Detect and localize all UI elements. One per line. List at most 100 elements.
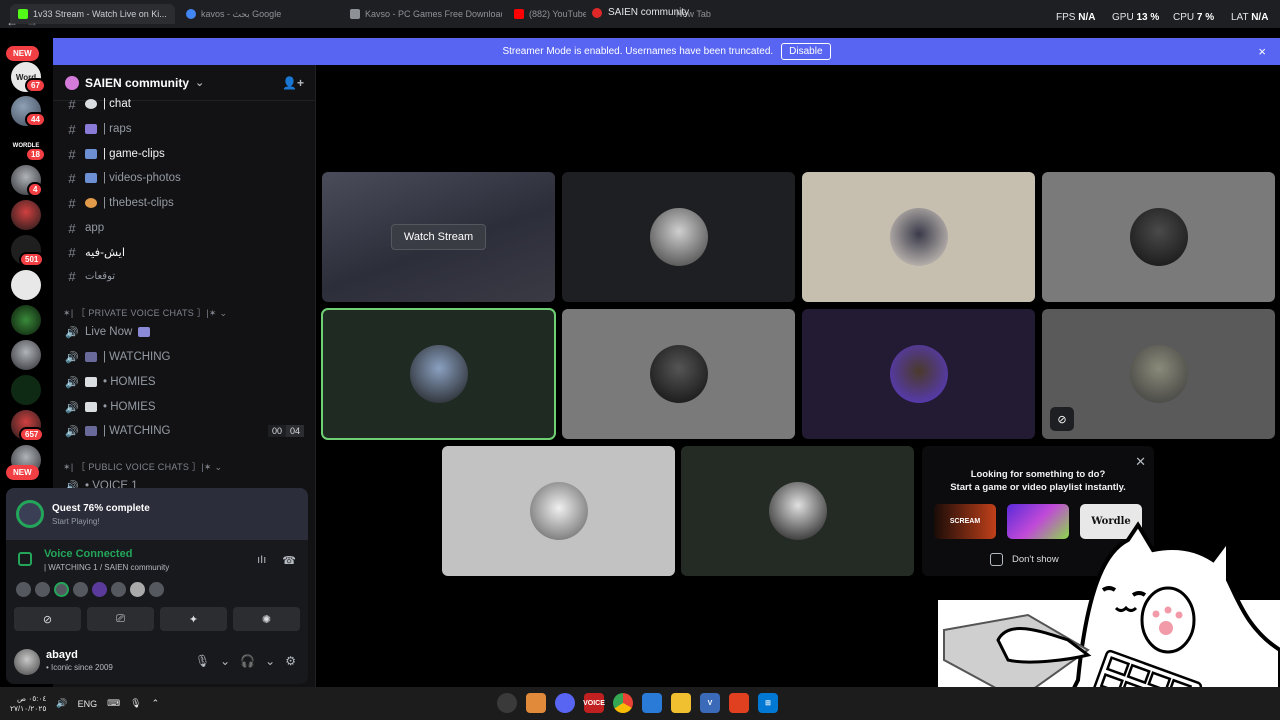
volume-icon[interactable]: 🔊 bbox=[56, 698, 67, 709]
tab-kavso[interactable]: Kavso - PC Games Free Download bbox=[342, 4, 502, 24]
voice-channel-live-now[interactable]: 🔊 Live Now bbox=[53, 321, 316, 343]
app-icon[interactable] bbox=[526, 693, 546, 713]
voicemeeter-icon[interactable]: VOICE bbox=[583, 693, 605, 713]
tab-youtube[interactable]: (882) YouTube bbox=[506, 4, 586, 24]
forward-arrow-icon[interactable]: → bbox=[26, 15, 38, 29]
channel-name: | WATCHING bbox=[103, 425, 171, 437]
server-icon[interactable] bbox=[11, 375, 41, 405]
clock[interactable]: ٠٥:٠٤ ص ٢٧/١٠/٢٠٢٥ bbox=[10, 694, 46, 714]
chevron-down-icon[interactable]: ⌄ bbox=[265, 654, 275, 668]
add-member-icon[interactable]: 👤+ bbox=[282, 76, 304, 90]
window-title: SAIEN community bbox=[592, 7, 689, 18]
voice-channel-subtitle[interactable]: | WATCHING 1 / SAIEN community bbox=[44, 563, 169, 572]
folder-icon[interactable] bbox=[671, 693, 691, 713]
channel-game-clips[interactable]: # | game-clips bbox=[53, 143, 316, 165]
avatar[interactable] bbox=[14, 649, 40, 675]
participant-tile[interactable] bbox=[442, 446, 675, 576]
clock-date: ٢٧/١٠/٢٠٢٥ bbox=[10, 703, 47, 713]
avatar[interactable] bbox=[149, 582, 164, 597]
avatar[interactable] bbox=[73, 582, 88, 597]
microphone-icon[interactable]: 🎙 bbox=[195, 654, 210, 668]
headphones-icon[interactable]: 🎧 bbox=[240, 654, 255, 668]
voice-connected-title[interactable]: Voice Connected bbox=[44, 548, 132, 560]
new-unread-pill[interactable]: NEW bbox=[6, 465, 39, 480]
disable-streamer-mode-button[interactable]: Disable bbox=[781, 43, 831, 60]
chevron-down-icon: ⌄ bbox=[195, 77, 205, 89]
avatar bbox=[1129, 345, 1188, 403]
quest-progress-card[interactable]: Quest 76% complete Start Playing! bbox=[6, 488, 308, 540]
channel-videos-photos[interactable]: # | videos-photos bbox=[53, 167, 316, 189]
vscode-icon[interactable]: V bbox=[700, 693, 720, 713]
participant-tile[interactable] bbox=[562, 309, 795, 439]
channel-arabic-1[interactable]: # ايش-فيه bbox=[53, 241, 316, 263]
server-icon[interactable] bbox=[11, 305, 41, 335]
activities-button[interactable]: ✦ bbox=[160, 607, 227, 631]
discord-icon[interactable] bbox=[555, 693, 575, 713]
chevron-down-icon[interactable]: ⌄ bbox=[220, 654, 230, 668]
share-screen-button[interactable]: ⎚ bbox=[87, 607, 154, 631]
language-indicator[interactable]: ENG bbox=[78, 699, 98, 709]
avatar[interactable] bbox=[92, 582, 107, 597]
signal-strength-icon[interactable] bbox=[18, 552, 32, 566]
window-title-text: SAIEN community bbox=[608, 7, 690, 18]
channel-name: • HOMIES bbox=[103, 401, 156, 413]
participant-tile[interactable] bbox=[681, 446, 914, 576]
participant-tile[interactable] bbox=[802, 309, 1035, 439]
voice-channel-watching[interactable]: 🔊 | WATCHING bbox=[53, 346, 316, 368]
channel-thebest-clips[interactable]: # | thebest-clips bbox=[53, 192, 316, 214]
category-private-voice[interactable]: ✶| ［ PRIVATE VOICE CHATS ］|✶ ⌄ bbox=[63, 306, 227, 319]
tab-google-search[interactable]: kavos - بحث Google bbox=[178, 4, 338, 24]
windows-start-icon[interactable]: ⊞ bbox=[758, 693, 778, 713]
gpu-stat: GPU 13 % bbox=[1112, 12, 1159, 23]
participant-tile[interactable] bbox=[802, 172, 1035, 302]
participant-tile[interactable] bbox=[1042, 172, 1275, 302]
new-unread-pill[interactable]: NEW bbox=[6, 46, 39, 61]
microphone-icon[interactable]: 🎙 bbox=[130, 698, 141, 709]
tab-title: (882) YouTube bbox=[529, 9, 586, 19]
avatar[interactable] bbox=[130, 582, 145, 597]
watch-stream-button[interactable]: Watch Stream bbox=[390, 224, 487, 250]
close-icon[interactable]: × bbox=[1258, 44, 1266, 59]
voice-channel-homies[interactable]: 🔊 • HOMIES bbox=[53, 371, 316, 393]
chevron-up-icon[interactable]: ⌃ bbox=[152, 698, 160, 709]
camera-off-button[interactable]: ⊘ bbox=[14, 607, 81, 631]
avatar[interactable] bbox=[35, 582, 50, 597]
participant-tile-speaking[interactable] bbox=[321, 308, 556, 440]
soundboard-button[interactable]: ✺ bbox=[233, 607, 300, 631]
channel-arabic-2[interactable]: # توقعات bbox=[53, 265, 316, 287]
voice-channel-watching-2[interactable]: 🔊 | WATCHING 00 04 bbox=[53, 420, 316, 442]
channel-raps[interactable]: # | raps bbox=[53, 118, 316, 140]
cpu-label: CPU bbox=[1173, 12, 1195, 23]
avatar[interactable] bbox=[16, 582, 31, 597]
tv-icon bbox=[85, 173, 97, 183]
store-icon[interactable] bbox=[642, 693, 662, 713]
participant-tile[interactable] bbox=[562, 172, 795, 302]
brave-icon[interactable] bbox=[729, 693, 749, 713]
disconnect-icon[interactable]: ☎ bbox=[282, 554, 296, 567]
server-icon[interactable] bbox=[11, 270, 41, 300]
steam-icon[interactable] bbox=[497, 693, 517, 713]
avatar[interactable] bbox=[111, 582, 126, 597]
user-status: • Iconic since 2009 bbox=[46, 663, 113, 672]
category-public-voice[interactable]: ✶| ［ PUBLIC VOICE CHATS ］|✶ ⌄ bbox=[63, 460, 222, 473]
channel-name: | thebest-clips bbox=[103, 197, 174, 209]
username[interactable]: abayd bbox=[46, 649, 78, 661]
channel-chat[interactable]: # | chat bbox=[53, 93, 316, 115]
server-icon[interactable] bbox=[11, 200, 41, 230]
speaker-icon: 🔊 bbox=[65, 376, 79, 389]
voice-channel-homies-2[interactable]: 🔊 • HOMIES bbox=[53, 396, 316, 418]
server-icon[interactable] bbox=[11, 340, 41, 370]
camera-off-icon: ⊘ bbox=[1050, 407, 1074, 431]
avatar[interactable] bbox=[54, 582, 69, 597]
voice-participants bbox=[16, 582, 164, 597]
back-arrow-icon[interactable]: ← bbox=[6, 15, 18, 29]
chrome-icon[interactable] bbox=[613, 693, 633, 713]
tab-title: kavos - بحث Google bbox=[201, 8, 282, 19]
gear-icon[interactable]: ⚙ bbox=[285, 654, 296, 668]
paw-toe bbox=[1175, 611, 1183, 619]
channel-app[interactable]: # app bbox=[53, 217, 316, 239]
keyboard-icon[interactable]: ⌨ bbox=[107, 698, 120, 709]
participant-tile[interactable]: ⊘ bbox=[1042, 309, 1275, 439]
noise-suppression-icon[interactable]: ıIı bbox=[257, 554, 266, 567]
stream-tile[interactable]: Watch Stream bbox=[322, 172, 555, 302]
